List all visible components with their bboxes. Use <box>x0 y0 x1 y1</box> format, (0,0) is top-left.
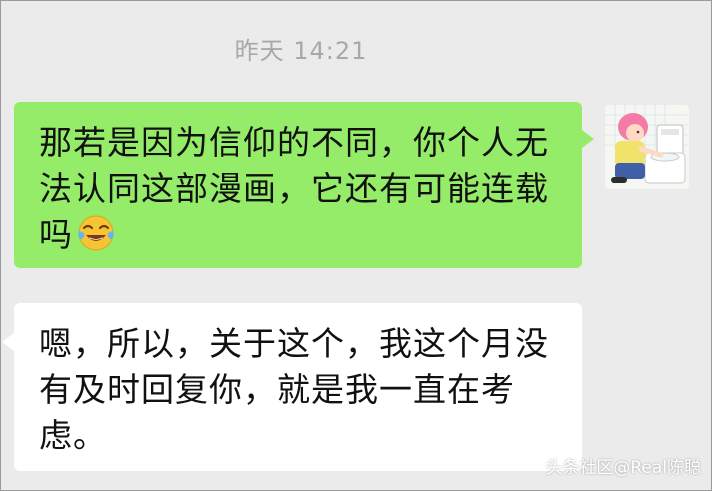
message-line: 那若是因为信仰的不同，你个人无 <box>39 123 549 162</box>
message-line: 嗯，所以，关于这个，我这个月没 <box>39 324 549 363</box>
chat-screenshot: 昨天 14:21 那若是因为信仰的不同，你个人无 法认同这部漫画，它还有可能连载… <box>0 0 712 491</box>
cartoon-person-avatar-icon[interactable] <box>605 105 689 189</box>
message-line: 有及时回复你，就是我一直在考 <box>39 370 515 409</box>
watermark: 头条社区@Real陈聪 <box>545 458 701 478</box>
message-line-text: 吗 <box>39 215 73 254</box>
face-with-tears-of-joy-icon <box>77 214 115 264</box>
incoming-message-bubble[interactable]: 嗯，所以，关于这个，我这个月没 有及时回复你，就是我一直在考 虑。 <box>2 303 582 471</box>
message-line: 吗 <box>39 212 568 264</box>
outgoing-message-bubble[interactable]: 那若是因为信仰的不同，你个人无 法认同这部漫画，它还有可能连载 吗 <box>14 102 594 268</box>
message-line: 法认同这部漫画，它还有可能连载 <box>39 169 549 208</box>
message-line: 虑。 <box>39 416 107 455</box>
message-timestamp: 昨天 14:21 <box>234 37 368 65</box>
